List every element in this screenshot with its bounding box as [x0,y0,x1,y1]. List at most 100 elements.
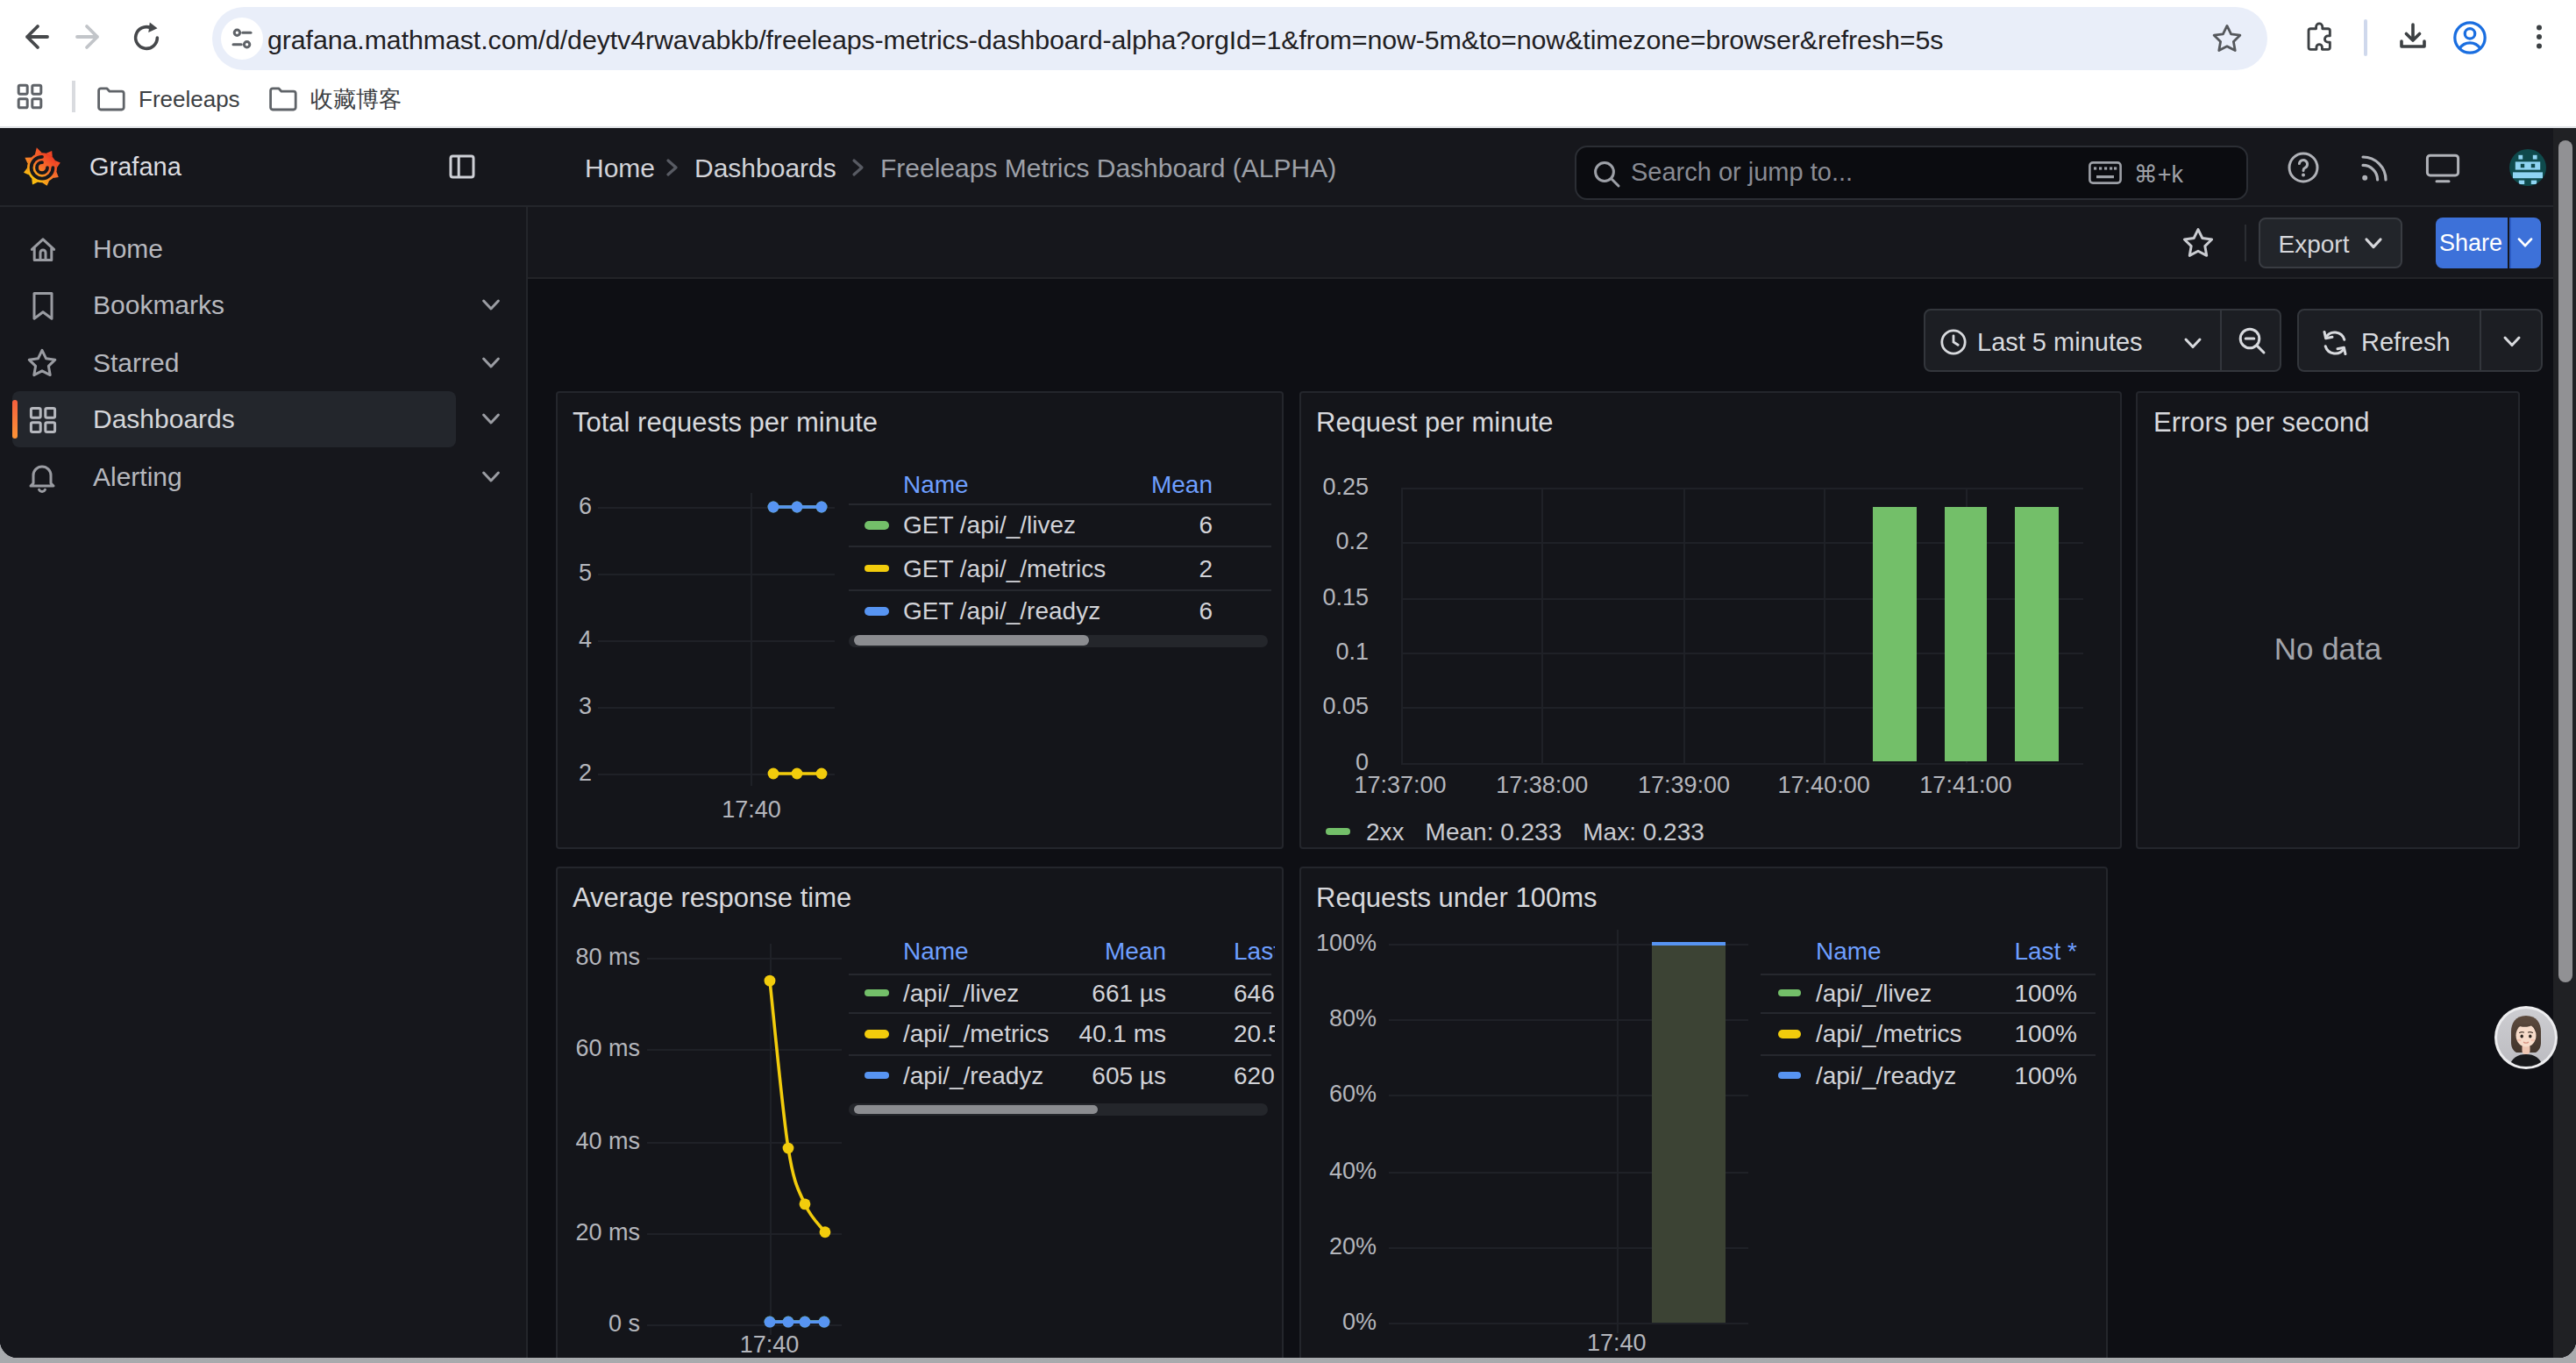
star-icon [2213,25,2239,50]
legend-last-value: 100% [1902,980,2077,1006]
news-button[interactable] [2346,140,2401,195]
x-tick-label: 17:39:00 [1605,774,1763,798]
profile-button[interactable] [2444,12,2494,61]
sidebar-item-label: Dashboards [93,391,235,447]
legend-header-mean: Mean [1037,471,1213,497]
legend-header-name: Name [903,938,969,964]
panel-body: 80 ms60 ms40 ms20 ms0 s17:40NameMeanLast… [557,868,1282,1357]
sidebar-item-bookmarks[interactable]: Bookmarks [11,278,455,334]
sidebar-item-alerting[interactable]: Alerting [11,448,455,504]
browser-window: grafana.mathmast.com/d/deytv4rwavabkb/fr… [0,0,2576,1357]
bookmark-star-button[interactable] [2210,23,2242,54]
floating-user-avatar[interactable] [2493,1005,2558,1070]
bookmark-folder-freeleaps[interactable]: Freeleaps [96,77,240,121]
apps-button[interactable] [7,74,51,118]
sidebar-item-starred[interactable]: Starred [11,335,455,391]
legend-last-value: 620 µs [1234,1062,1274,1088]
y-tick-label: 0 [1300,750,1369,774]
site-info-button[interactable] [220,18,262,60]
breadcrumb-home[interactable]: Home [585,128,655,205]
sidebar-item-dashboards[interactable]: Dashboards [11,391,455,447]
brand-name[interactable]: Grafana [89,128,181,205]
legend-series-pill [864,1072,888,1080]
display-button[interactable] [2415,140,2469,195]
sidebar-toggle-button[interactable] [438,144,484,189]
url-text[interactable]: grafana.mathmast.com/d/deytv4rwavabkb/fr… [267,7,1943,70]
legend-divider [849,1054,1270,1056]
reload-button[interactable] [121,12,170,61]
chevron-down-icon [2363,236,2382,250]
bar-2xx [1945,506,1988,762]
chevron-down-icon[interactable] [463,391,519,447]
grafana-logo[interactable] [23,147,61,186]
panel-body: No data [2138,393,2518,847]
legend-header-last: Last * [1234,938,1274,964]
export-button[interactable]: Export [2259,218,2402,268]
scrollbar-thumb[interactable] [2558,140,2572,982]
apps-icon [19,391,65,447]
browser-menu-button[interactable] [2515,12,2564,61]
back-icon [27,26,47,47]
panel-request-per-minute[interactable]: Request per minute 0.250.20.150.10.05017… [1299,391,2121,849]
active-indicator [11,400,17,439]
sidebar-item-home[interactable]: Home [11,221,455,277]
back-button[interactable] [11,12,60,61]
help-button[interactable] [2276,140,2330,195]
x-tick-label: 17:38:00 [1463,774,1621,798]
y-tick-label: 0.05 [1300,695,1369,719]
sidebar-item-label: Starred [93,335,179,391]
legend-divider [849,546,1270,548]
profile-icon [2451,18,2487,55]
download-icon [2395,19,2430,54]
sidebar-item-label: Alerting [93,448,182,504]
gridline [1400,762,2083,764]
legend-mean-value: 6 [1037,512,1213,539]
refresh-controls: Refresh [2296,308,2543,372]
chevron-down-icon[interactable] [463,448,519,504]
gridline [1824,488,1825,763]
reload-icon [147,22,156,32]
breadcrumb-separator-icon [663,158,680,177]
bookmark-folder-label: Freeleaps [139,86,240,112]
legend-series-pill [864,989,888,997]
legend-divider [1761,1054,2095,1056]
chevron-down-icon[interactable] [463,335,519,391]
share-menu-button[interactable] [2508,218,2540,268]
panel-total-requests-per-minute[interactable]: Total requests per minute 6543217:40Name… [555,391,1284,849]
no-data-text: No data [2138,632,2518,668]
legend-mean-value: 605 µs [991,1062,1166,1088]
legend-series-pill [1777,1072,1800,1080]
refresh-interval-button[interactable] [2480,310,2544,374]
panel-average-response-time[interactable]: Average response time 80 ms60 ms40 ms20 … [555,867,1284,1357]
panel-errors-per-second[interactable]: Errors per second No data [2136,391,2520,849]
chevron-down-icon[interactable] [463,278,519,334]
legend-divider [1761,1013,2095,1015]
legend-mean-value: 6 [1037,598,1213,624]
extensions-icon [2302,20,2335,54]
legend-header-last: Last * [1902,938,2077,964]
address-bar[interactable]: grafana.mathmast.com/d/deytv4rwavabkb/fr… [211,7,2266,70]
search-input[interactable]: Search or jump to... ⌘+k [1575,146,2248,200]
legend-last-value: 100% [1902,1021,2077,1047]
panel-requests-under-100ms[interactable]: Requests under 100ms 100%80%60%40%20%0%1… [1299,867,2107,1357]
refresh-button[interactable]: Refresh [2361,310,2451,374]
legend-last-value: 646 µs [1234,980,1274,1006]
downloads-button[interactable] [2388,12,2437,61]
legend-table: NameMeanLast */api/_/livez661 µs646 µs/a… [557,868,1274,1357]
time-range-picker[interactable]: Last 5 minutes [1977,310,2143,374]
extensions-button[interactable] [2294,12,2343,61]
panel-body: 0.250.20.150.10.05017:37:0017:38:0017:39… [1300,393,2119,847]
legend-header-mean: Mean [991,938,1166,964]
legend-series-pill [864,1031,888,1038]
forward-button[interactable] [65,12,114,61]
legend-divider [849,1013,1270,1015]
legend-scrollbar-thumb[interactable] [853,1105,1097,1115]
user-avatar[interactable] [2508,149,2545,186]
breadcrumb-dashboards[interactable]: Dashboards [694,128,836,205]
bookmark-folder-blogs[interactable]: 收藏博客 [268,77,402,121]
legend-mean-value: 2 [1037,555,1213,582]
zoom-out-button[interactable] [2221,310,2282,374]
legend-scrollbar-thumb[interactable] [853,636,1088,646]
x-tick-label: 17:37:00 [1321,774,1479,798]
favorite-dashboard-button[interactable] [2177,223,2217,263]
